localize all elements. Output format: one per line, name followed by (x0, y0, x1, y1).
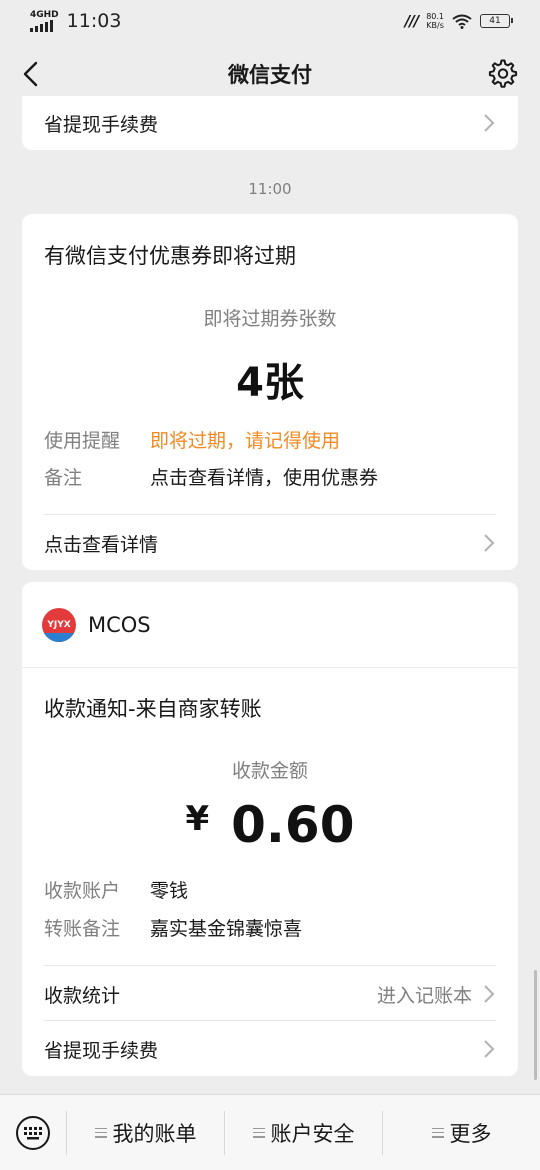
keyboard-toggle-button[interactable] (0, 1095, 66, 1170)
stats-label: 收款统计 (44, 984, 121, 1007)
merchant-name: MCOS (88, 612, 151, 637)
payment-card[interactable]: YJYX MCOS 收款通知-来自商家转账 收款金额 ¥0.60 收款账户 零钱… (22, 582, 518, 1076)
chevron-right-icon (484, 534, 495, 552)
transfer-note-row: 转账备注 嘉实基金锦囊惊喜 (44, 914, 302, 941)
menu-lines-icon (252, 1127, 265, 1138)
network-indicator: 4GHD (30, 10, 59, 32)
network-type: 4GHD (30, 10, 59, 20)
stats-action: 进入记账本 (376, 984, 472, 1007)
menu-account-security[interactable]: 账户安全 (225, 1095, 382, 1170)
bottom-menu-bar: 我的账单 账户安全 更多 (0, 1094, 540, 1170)
coupon-note-row: 备注 点击查看详情，使用优惠券 (44, 463, 378, 490)
back-arrow-icon[interactable] (14, 56, 50, 92)
save-fee-label: 省提现手续费 (44, 1039, 159, 1062)
message-timestamp: 11:00 (248, 180, 292, 198)
view-details-label: 点击查看详情 (44, 533, 159, 556)
menu-more-label: 更多 (449, 1121, 492, 1146)
menu-lines-icon (431, 1127, 444, 1138)
divider (44, 1020, 496, 1021)
status-bar: 4GHD 11:03 /// 80.1 KB/s 41 (0, 0, 540, 42)
currency-symbol: ¥ (185, 799, 210, 839)
reminder-value: 即将过期，请记得使用 (150, 430, 341, 452)
amount-label: 收款金额 (231, 760, 308, 782)
coupon-count-value: 4张 (236, 360, 304, 406)
divider (44, 514, 496, 515)
status-time: 11:03 (66, 10, 122, 32)
stats-link[interactable]: 收款统计 进入记账本 (44, 981, 496, 1007)
merchant-logo-text: YJYX (47, 619, 71, 630)
save-fee-link[interactable]: 省提现手续费 (44, 1036, 496, 1062)
divider (44, 965, 496, 966)
merchant-logo: YJYX (42, 607, 76, 642)
scrollbar[interactable] (534, 970, 537, 1080)
payment-card-title: 收款通知-来自商家转账 (44, 697, 262, 721)
coupon-card-title: 有微信支付优惠券即将过期 (44, 244, 296, 268)
menu-account-security-label: 账户安全 (270, 1121, 355, 1146)
reminder-key: 使用提醒 (44, 430, 121, 452)
transfer-note-key: 转账备注 (44, 918, 121, 940)
status-left: 4GHD 11:03 (30, 10, 121, 32)
gear-icon[interactable] (488, 59, 518, 89)
account-key: 收款账户 (44, 880, 121, 902)
menu-my-bills[interactable]: 我的账单 (67, 1095, 224, 1170)
keyboard-icon (16, 1115, 50, 1150)
note-key: 备注 (44, 467, 83, 489)
chevron-right-icon (484, 114, 495, 132)
speed-value: 80.1 (426, 12, 444, 21)
wifi-icon (452, 14, 472, 29)
amount-display: ¥0.60 (22, 796, 518, 854)
account-row: 收款账户 零钱 (44, 876, 188, 903)
note-value: 点击查看详情，使用优惠券 (150, 467, 379, 489)
save-fee-link[interactable]: 省提现手续费 (44, 110, 496, 136)
page-title: 微信支付 (228, 63, 312, 87)
coupon-reminder-row: 使用提醒 即将过期，请记得使用 (44, 426, 340, 453)
coupon-card[interactable]: 有微信支付优惠券即将过期 即将过期券张数 4张 使用提醒 即将过期，请记得使用 … (22, 214, 518, 570)
menu-more[interactable]: 更多 (383, 1095, 540, 1170)
coupon-count-label: 即将过期券张数 (203, 308, 337, 330)
battery-level: 41 (489, 16, 501, 26)
signal-icon (30, 20, 53, 32)
transfer-note-value: 嘉实基金锦囊惊喜 (150, 918, 303, 940)
network-speed: 80.1 KB/s (426, 12, 444, 30)
hd-call-icon: /// (404, 12, 419, 30)
menu-lines-icon (94, 1127, 107, 1138)
battery-icon: 41 (480, 14, 513, 28)
chevron-right-icon (484, 985, 495, 1003)
chevron-right-icon (484, 1040, 495, 1058)
account-value: 零钱 (150, 880, 189, 902)
merchant-header[interactable]: YJYX MCOS (22, 582, 518, 668)
speed-unit: KB/s (426, 21, 444, 30)
amount-value: 0.60 (231, 796, 355, 854)
save-fee-label: 省提现手续费 (44, 113, 159, 136)
menu-my-bills-label: 我的账单 (112, 1121, 197, 1146)
previous-message-card: 省提现手续费 (22, 96, 518, 150)
view-details-link[interactable]: 点击查看详情 (44, 530, 496, 556)
status-right: /// 80.1 KB/s 41 (404, 12, 513, 30)
